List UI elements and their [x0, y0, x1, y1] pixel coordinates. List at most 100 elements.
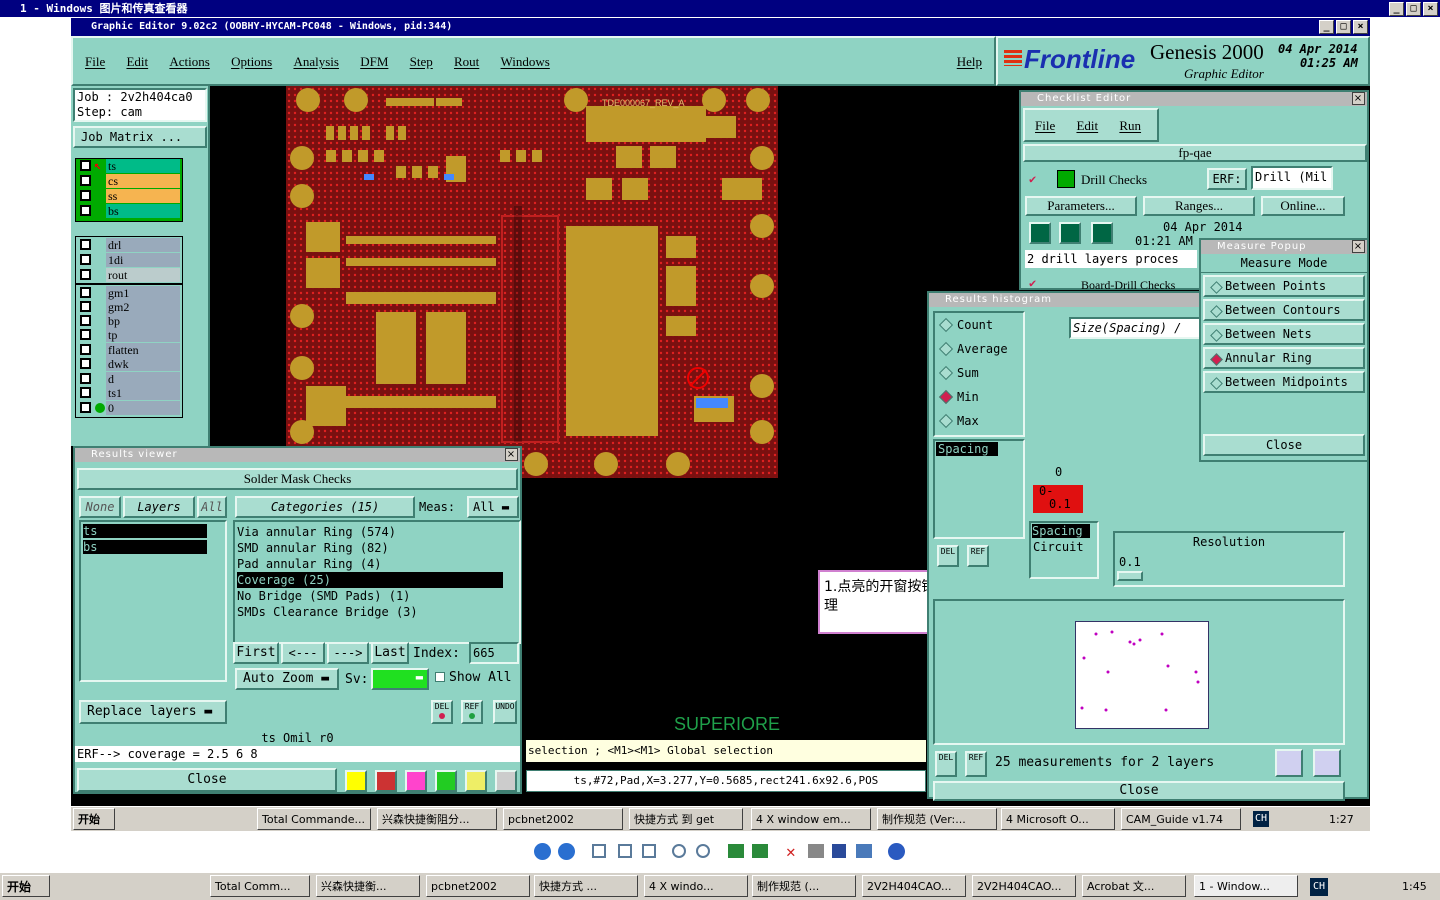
last-button[interactable]: Last — [371, 642, 409, 664]
inner-start-button[interactable]: 开始 — [73, 808, 115, 830]
layer-drl[interactable]: drl — [106, 238, 180, 252]
layer-rout[interactable]: rout — [106, 268, 180, 282]
hist-ref-button[interactable]: REF — [967, 545, 989, 567]
layer-check-d[interactable] — [80, 373, 91, 384]
next-button[interactable]: ---> — [327, 642, 369, 664]
actual-size-icon[interactable] — [618, 844, 632, 858]
zoom-icon[interactable] — [1275, 749, 1303, 777]
category-item[interactable]: SMD annular Ring (82) — [237, 540, 505, 556]
hist-del-button[interactable]: DEL — [937, 545, 959, 567]
layer-check-drl[interactable] — [80, 239, 91, 250]
minimize-button[interactable]: _ — [1389, 2, 1404, 16]
measure-close-button[interactable]: Close — [1203, 434, 1365, 456]
layer-dwk[interactable]: dwk — [106, 357, 180, 371]
checklist-close-icon[interactable]: × — [1352, 92, 1365, 105]
meas-select[interactable]: All ▬ — [467, 496, 519, 518]
inner-task-2[interactable]: 兴森快捷衡阻分... — [377, 808, 497, 830]
stat-min[interactable]: Min — [935, 385, 1023, 409]
mode-between-contours[interactable]: Between Contours — [1203, 299, 1365, 321]
online-button[interactable]: Online... — [1261, 196, 1345, 216]
outer-start-button[interactable]: 开始 — [2, 875, 50, 897]
best-fit-icon[interactable] — [592, 844, 606, 858]
layer-check-ss[interactable] — [80, 190, 91, 201]
stat-max[interactable]: Max — [935, 409, 1023, 433]
menu-options[interactable]: Options — [231, 54, 272, 69]
drill-checks-label[interactable]: Drill Checks — [1081, 172, 1147, 188]
spacing-list[interactable]: Spacing — [933, 439, 1025, 539]
inner-task-6[interactable]: 制作规范 (Ver:... — [877, 808, 997, 830]
del-button[interactable]: DEL — [431, 700, 453, 724]
layer-cs[interactable]: cs — [106, 174, 180, 188]
next-icon[interactable] — [558, 843, 575, 860]
layer-ss[interactable]: ss — [106, 189, 180, 203]
save-icon[interactable] — [832, 844, 846, 858]
tool-icon-3[interactable] — [405, 770, 427, 792]
categories-button[interactable]: Categories (15) — [235, 496, 415, 518]
run-icon-2[interactable] — [1059, 222, 1081, 244]
mode-between-nets[interactable]: Between Nets — [1203, 323, 1365, 345]
results-close-button[interactable]: Close — [77, 768, 337, 792]
prev-button[interactable]: <--- — [281, 642, 325, 664]
edit-icon[interactable] — [856, 844, 872, 858]
results-viewer-close-icon[interactable]: × — [505, 448, 518, 461]
layer-1di[interactable]: 1di — [106, 253, 180, 267]
layer-0[interactable]: 0 — [106, 401, 180, 415]
category-list[interactable]: Via annular Ring (574) SMD annular Ring … — [233, 520, 521, 644]
category-item-selected[interactable]: Coverage (25) — [237, 572, 503, 588]
inner-task-3[interactable]: pcbnet2002 — [503, 808, 623, 830]
layer-bs[interactable]: bs — [106, 204, 180, 218]
stat-average[interactable]: Average — [935, 337, 1023, 361]
tool-icon-1[interactable] — [345, 770, 367, 792]
slideshow-icon[interactable] — [642, 844, 656, 858]
ranges-button[interactable]: Ranges... — [1143, 196, 1255, 216]
outer-task-9[interactable]: Acrobat 文... — [1082, 875, 1186, 897]
parameters-button[interactable]: Parameters... — [1025, 196, 1137, 216]
menu-dfm[interactable]: DFM — [360, 54, 388, 69]
category-item[interactable]: Pad annular Ring (4) — [237, 556, 505, 572]
inner-task-4[interactable]: 快捷方式 到 get — [629, 808, 743, 830]
inner-task-5[interactable]: 4 X window em... — [751, 808, 871, 830]
menu-edit[interactable]: Edit — [126, 54, 148, 69]
index-input[interactable]: 665 — [469, 642, 519, 664]
layer-check-1di[interactable] — [80, 254, 91, 265]
first-button[interactable]: First — [233, 642, 279, 664]
category-item[interactable]: SMDs Clearance Bridge (3) — [237, 604, 505, 620]
layer-bp[interactable]: bp — [106, 314, 180, 328]
layer-check-rout[interactable] — [80, 269, 91, 280]
zoom-in-icon[interactable] — [672, 844, 686, 858]
inner-lang[interactable]: CH — [1253, 811, 1269, 827]
layer-list-item[interactable]: ts — [83, 524, 207, 538]
board-check-icon[interactable]: ✔ — [1029, 276, 1036, 290]
tool-icon-4[interactable] — [435, 770, 457, 792]
outer-task-7[interactable]: 2V2H404CAO... — [862, 875, 966, 897]
menu-analysis[interactable]: Analysis — [293, 54, 339, 69]
category-item[interactable]: No Bridge (SMD Pads) (1) — [237, 588, 505, 604]
tool-icon-5[interactable] — [465, 770, 487, 792]
layer-tp[interactable]: tp — [106, 328, 180, 342]
layers-button[interactable]: Layers — [123, 496, 195, 518]
checklist-menu-run[interactable]: Run — [1119, 118, 1141, 133]
type-list-spacing[interactable]: Spacing — [1032, 524, 1090, 538]
layer-check-ts[interactable] — [80, 160, 91, 171]
rotate-ccw-icon[interactable] — [752, 844, 768, 858]
none-button[interactable]: None — [79, 496, 121, 518]
map-ref-button[interactable]: REF — [965, 751, 987, 777]
drill-check-icon[interactable]: ✔ — [1029, 172, 1036, 186]
delete-icon[interactable]: ✕ — [786, 842, 796, 861]
mode-annular-ring[interactable]: Annular Ring — [1203, 347, 1365, 369]
ref-button[interactable]: REF — [461, 700, 483, 724]
checklist-menu-file[interactable]: File — [1035, 118, 1055, 133]
layer-check-gm1[interactable] — [80, 287, 91, 298]
tool-icon-2[interactable] — [375, 770, 397, 792]
print-icon[interactable] — [808, 844, 824, 858]
histogram-close-button[interactable]: Close — [933, 781, 1345, 801]
layer-gm1[interactable]: gm1 — [106, 286, 180, 300]
erf-button[interactable]: ERF: — [1207, 168, 1247, 190]
sv-select[interactable]: ▬ — [371, 668, 429, 690]
layer-list-item[interactable]: bs — [83, 540, 207, 554]
layer-check-tp[interactable] — [80, 329, 91, 340]
job-matrix-button[interactable]: Job Matrix ... — [73, 126, 207, 148]
bar-chart-icon[interactable] — [495, 770, 517, 792]
category-item[interactable]: Via annular Ring (574) — [237, 524, 505, 540]
layer-check-bs[interactable] — [80, 205, 91, 216]
